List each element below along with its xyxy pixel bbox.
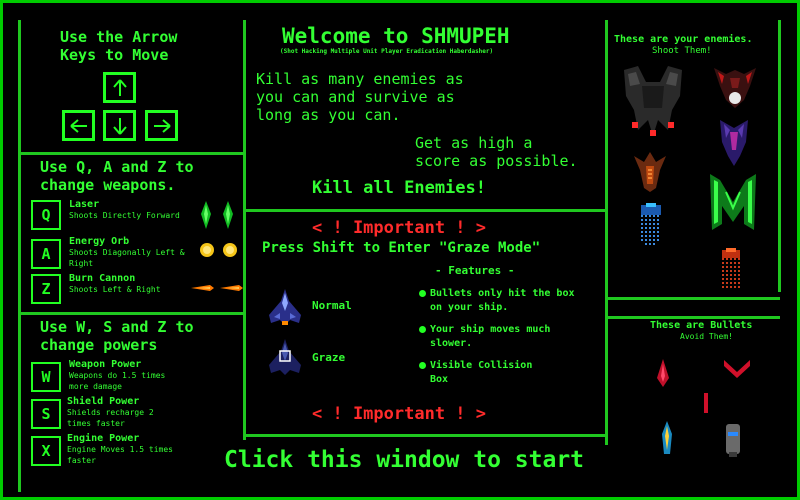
arrow-up-key xyxy=(103,72,136,103)
divider-center-1 xyxy=(246,209,605,212)
enemy-purple-ship-icon xyxy=(720,120,748,166)
arrow-down-icon xyxy=(112,117,127,135)
divider-left-vertical xyxy=(243,20,246,440)
enemies-title: These are your enemies. xyxy=(614,34,753,45)
burn-cannon-icon xyxy=(191,285,243,291)
divider-right-edge xyxy=(778,20,781,292)
key-x: X xyxy=(31,436,61,466)
game-title: Welcome to SHMUPEH xyxy=(282,24,510,48)
enemy-red-ship-icon xyxy=(722,248,740,288)
laser-projectile-icon xyxy=(201,201,233,229)
weapon-orb-desc: Shoots Diagonally Left & Right xyxy=(69,248,185,268)
key-w: W xyxy=(31,362,61,392)
arrow-right-icon xyxy=(153,118,171,133)
red-shard-bullet-icon xyxy=(657,359,669,387)
player-ship-graze-icon xyxy=(269,339,301,375)
divider-left-edge xyxy=(18,20,21,492)
power-weapon-name: Weapon Power xyxy=(69,359,142,370)
divider-left-2 xyxy=(20,312,243,315)
intro-line-3: long as you can. xyxy=(256,106,401,124)
graze-mode-label: Graze xyxy=(312,351,346,364)
arrow-left-key xyxy=(62,110,95,141)
intro-line-1: Kill as many enemies as xyxy=(256,70,464,88)
arrow-left-icon xyxy=(69,118,87,133)
enemy-cyan-ship-icon xyxy=(641,203,661,245)
game-subtitle: (Shot Hacking Multiple Unit Player Eradi… xyxy=(280,48,494,55)
arrow-instructions-2: Keys to Move xyxy=(60,46,169,64)
player-ship-normal-icon xyxy=(269,289,301,325)
divider-center-2 xyxy=(246,434,605,437)
weapon-burn-name: Burn Cannon xyxy=(69,273,136,284)
feature-3: Visible Collision Box xyxy=(430,360,533,385)
key-q: Q xyxy=(31,200,61,230)
bullets-title: These are Bullets xyxy=(650,320,753,331)
divider-left-1 xyxy=(20,152,243,155)
energy-orb-icon xyxy=(200,243,237,257)
enemy-bug-ship-icon xyxy=(634,152,666,192)
arrow-up-icon xyxy=(112,78,127,96)
enemies-subtitle: Shoot Them! xyxy=(652,46,712,56)
divider-right-1 xyxy=(608,297,780,300)
click-to-start[interactable]: Click this window to start xyxy=(224,447,584,473)
weapons-header-2: change weapons. xyxy=(40,176,176,194)
powers-header-2: change powers xyxy=(40,336,158,354)
power-shield-desc: Shields recharge 2 times faster xyxy=(67,408,154,428)
power-shield-name: Shield Power xyxy=(67,396,140,407)
weapon-orb-name: Energy Orb xyxy=(69,236,130,247)
feature-2: Your ship moves much slower. xyxy=(430,324,551,349)
arrow-down-key xyxy=(103,110,136,141)
feature-bullet-2 xyxy=(419,326,426,333)
normal-mode-label: Normal xyxy=(312,299,352,312)
gray-missile-bullet-icon xyxy=(726,424,740,457)
weapon-laser-name: Laser xyxy=(69,199,100,210)
powers-header-1: Use W, S and Z to xyxy=(40,318,194,336)
shift-instruction: Press Shift to Enter "Graze Mode" xyxy=(262,240,541,256)
intro-line-5: score as possible. xyxy=(415,152,578,170)
weapon-laser-desc: Shoots Directly Forward xyxy=(69,211,180,220)
power-engine-desc: Engine Moves 1.5 times faster xyxy=(67,445,173,465)
key-s: S xyxy=(31,399,61,429)
feature-bullet-3 xyxy=(419,362,426,369)
important-banner-top: < ! Important ! > xyxy=(312,218,486,238)
feature-bullet-1 xyxy=(419,290,426,297)
feature-1: Bullets only hit the box on your ship. xyxy=(430,288,575,313)
arrow-instructions-1: Use the Arrow xyxy=(60,28,178,46)
features-title: - Features - xyxy=(435,264,515,277)
bullets-subtitle: Avoid Them! xyxy=(680,332,733,341)
divider-right-2 xyxy=(608,316,780,319)
divider-right-vertical xyxy=(605,20,608,445)
power-weapon-desc: Weapons do 1.5 times more damage xyxy=(69,371,166,391)
cyan-flame-bullet-icon xyxy=(662,421,672,454)
red-needle-bullet-icon xyxy=(704,393,708,413)
key-a: A xyxy=(31,239,61,269)
enemy-crab-ship-icon xyxy=(714,68,756,108)
kill-all-enemies: Kill all Enemies! xyxy=(312,178,486,198)
enemy-heavy-ship-icon xyxy=(624,66,682,136)
key-z-weapon: Z xyxy=(31,274,61,304)
important-banner-bottom: < ! Important ! > xyxy=(312,404,486,424)
weapons-header-1: Use Q, A and Z to xyxy=(40,158,194,176)
power-engine-name: Engine Power xyxy=(67,433,140,444)
intro-line-4: Get as high a xyxy=(415,134,533,152)
arrow-right-key xyxy=(145,110,178,141)
intro-line-2: you can and survive as xyxy=(256,88,455,106)
red-chevron-bullet-icon xyxy=(724,360,750,378)
weapon-burn-desc: Shoots Left & Right xyxy=(69,285,161,294)
enemy-green-ship-icon xyxy=(710,174,756,230)
